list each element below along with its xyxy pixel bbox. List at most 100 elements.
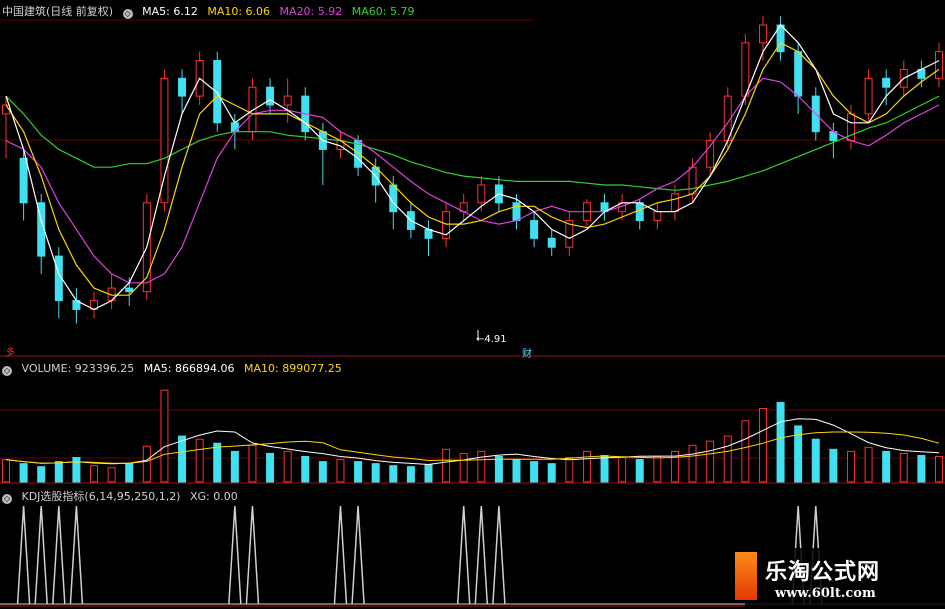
- candle-body: [670, 193, 679, 213]
- watermark-name: 乐淘公式网: [765, 560, 881, 585]
- candle-body: [283, 95, 292, 106]
- volume-bar: [846, 450, 855, 483]
- volume-bar: [582, 450, 591, 483]
- kdj-signal-spike: [69, 505, 84, 605]
- kdj-toggle-icon[interactable]: ◇: [2, 494, 12, 504]
- price-candles[interactable]: [2, 16, 943, 324]
- volume-bar: [706, 440, 715, 483]
- volume-bar: [776, 401, 785, 483]
- volume-bar: [653, 456, 662, 483]
- kdj-signal-spike: [16, 505, 31, 605]
- candle-body: [706, 140, 715, 168]
- candle-body: [635, 202, 644, 222]
- stock-name: 中国建筑: [2, 5, 46, 18]
- candle-body: [266, 86, 275, 106]
- volume-bar: [935, 456, 943, 483]
- volume-bar: [530, 461, 539, 483]
- candle-body: [213, 60, 222, 124]
- volume-bar: [477, 450, 486, 483]
- volume-bar: [266, 452, 275, 483]
- kdj-signal-spike: [228, 505, 242, 605]
- candle-body: [741, 42, 750, 97]
- ma60-legend: MA60: 5.79: [351, 5, 415, 18]
- watermark-logo-icon: [735, 552, 757, 600]
- kdj-signal-spike: [474, 505, 489, 605]
- xg-legend: XG: 0.00: [189, 490, 238, 503]
- period-label: (日线 前复权): [46, 5, 114, 18]
- duo-marker: 多: [6, 348, 16, 358]
- candle-body: [864, 77, 873, 115]
- ma10-legend: MA10: 6.06: [207, 5, 271, 18]
- volume-bars[interactable]: [2, 389, 943, 483]
- watermark-url: www.60lt.com: [775, 586, 876, 601]
- kdj-signal-spike: [245, 505, 260, 605]
- volume-bar: [37, 466, 46, 483]
- volume-bar: [406, 466, 415, 483]
- volume-bar: [811, 438, 820, 483]
- candle-body: [512, 202, 521, 222]
- chart-frame: [0, 19, 945, 607]
- candle-body: [935, 51, 943, 79]
- watermark: 乐淘公式网 www.60lt.com: [735, 548, 945, 609]
- volume-bar: [371, 463, 380, 483]
- stock-chart: [0, 16, 945, 607]
- candle-body: [19, 157, 28, 204]
- candle-body: [882, 77, 891, 88]
- volume-bar: [195, 438, 204, 483]
- volume-bar: [142, 445, 151, 483]
- candle-body: [477, 184, 486, 204]
- volume-ma10-legend: MA10: 899077.25: [244, 362, 342, 375]
- kdj-panel-header: ◇ KDJ选股指标(6,14,95,250,1,2) XG: 0.00: [2, 488, 244, 504]
- volume-bar: [741, 420, 750, 483]
- volume-bar: [758, 408, 767, 483]
- volume-panel-header: ◇ VOLUME: 923396.25 MA5: 866894.06 MA10:…: [2, 362, 348, 376]
- volume-bar: [160, 389, 169, 483]
- kdj-signal-spike: [34, 505, 48, 605]
- indicator-toggle-icon[interactable]: ◇: [122, 9, 133, 19]
- volume-bar: [494, 456, 503, 483]
- volume-bar: [917, 454, 926, 483]
- volume-bar: [283, 450, 292, 483]
- candle-body: [688, 166, 697, 195]
- volume-bar: [72, 457, 81, 483]
- volume-bar: [54, 461, 63, 483]
- volume-bar: [829, 448, 838, 483]
- volume-bar: [618, 457, 627, 483]
- volume-bar: [2, 459, 10, 483]
- candle-body: [653, 211, 662, 222]
- volume-bar: [19, 463, 28, 483]
- volume-bar: [459, 452, 468, 483]
- volume-bar: [864, 446, 873, 483]
- volume-bar: [125, 463, 134, 483]
- volume-toggle-icon[interactable]: ◇: [2, 366, 12, 376]
- low-price-annotation: ←4.91: [476, 334, 507, 345]
- ma60-line: [5, 95, 940, 191]
- kdj-signal-spike: [351, 505, 365, 605]
- volume-bar: [899, 452, 908, 483]
- candle-body: [178, 77, 187, 97]
- volume-bar: [248, 444, 257, 483]
- volume-bar: [213, 442, 222, 483]
- ma20-legend: MA20: 5.92: [279, 5, 343, 18]
- ma5-legend: MA5: 6.12: [142, 5, 198, 18]
- volume-bar: [547, 463, 556, 483]
- kdj-signal-spike: [456, 505, 471, 605]
- volume-bar: [389, 465, 398, 483]
- volume-bar: [512, 459, 521, 483]
- candle-body: [547, 237, 556, 248]
- candle-body: [530, 220, 539, 239]
- kdj-signal-spike: [333, 505, 348, 605]
- candle-body: [794, 51, 803, 97]
- volume-bar: [107, 467, 116, 483]
- volume-bar: [442, 448, 451, 483]
- volume-bar: [230, 450, 239, 483]
- candle-body: [230, 122, 239, 133]
- volume-legend: VOLUME: 923396.25: [21, 362, 135, 375]
- kdj-signal-spike: [52, 505, 66, 605]
- volume-bar: [424, 464, 433, 483]
- volume-bar: [635, 459, 644, 483]
- volume-bar: [600, 454, 609, 483]
- volume-bar: [318, 461, 327, 483]
- volume-bar: [723, 435, 732, 483]
- volume-bar: [688, 444, 697, 483]
